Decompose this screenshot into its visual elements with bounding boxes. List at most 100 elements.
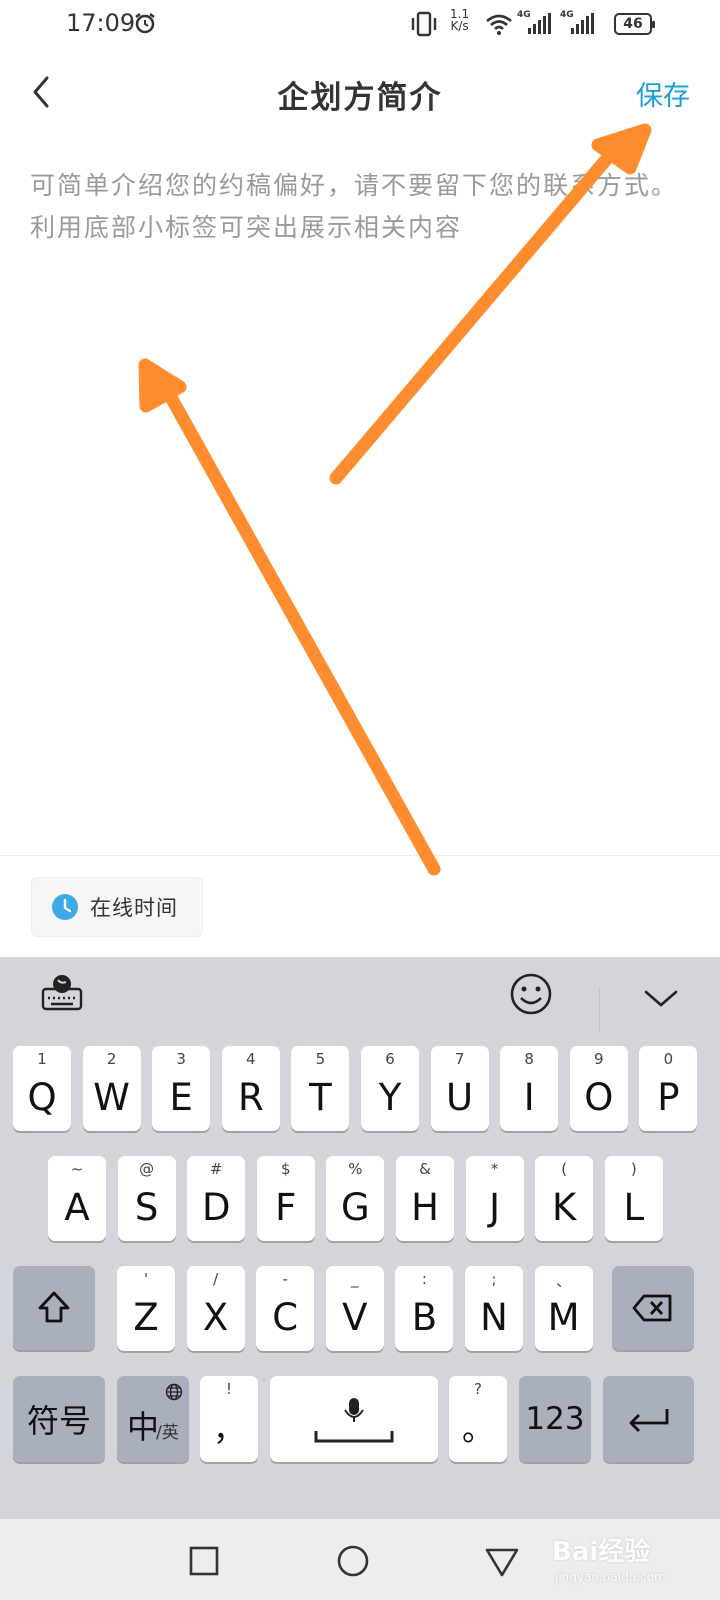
shift-icon bbox=[38, 1291, 70, 1323]
back-nav-icon[interactable] bbox=[482, 1541, 522, 1581]
key-d[interactable]: # D bbox=[187, 1156, 246, 1241]
lang-sub-label: /英 bbox=[156, 1423, 179, 1443]
key-hint: ' bbox=[143, 1270, 149, 1288]
key-hint: ) bbox=[630, 1160, 637, 1178]
key-hint: 、 bbox=[556, 1272, 572, 1290]
battery-icon: 46 bbox=[614, 13, 655, 35]
key-hint: 6 bbox=[385, 1050, 395, 1068]
comma-hint: ! bbox=[225, 1380, 232, 1398]
backspace-key[interactable] bbox=[612, 1266, 694, 1350]
key-hint: - bbox=[282, 1270, 288, 1288]
shift-key[interactable] bbox=[13, 1266, 95, 1350]
comma-label: ， bbox=[212, 1410, 245, 1448]
key-e[interactable]: 3E bbox=[152, 1046, 211, 1131]
key-hint: 9 bbox=[594, 1050, 604, 1068]
key-hint: ~ bbox=[70, 1160, 84, 1178]
key-hint: ( bbox=[561, 1160, 568, 1178]
key-hint: 4 bbox=[246, 1050, 256, 1068]
watermark-url: jingyan.baidu.com bbox=[555, 1570, 666, 1584]
key-f[interactable]: $ F bbox=[256, 1156, 315, 1241]
key-hint: $ bbox=[281, 1160, 291, 1178]
key-label: P bbox=[657, 1076, 680, 1119]
key-s[interactable]: @ S bbox=[117, 1156, 176, 1241]
key-label: H bbox=[411, 1186, 439, 1229]
key-label: G bbox=[341, 1186, 370, 1229]
key-m[interactable]: 、 M bbox=[534, 1266, 593, 1351]
collapse-keyboard-icon[interactable] bbox=[636, 972, 686, 1022]
period-key[interactable]: ? 。 bbox=[449, 1376, 507, 1462]
watermark: Bai经验 bbox=[552, 1537, 651, 1567]
key-hint: 5 bbox=[315, 1050, 326, 1068]
key-j[interactable]: * J bbox=[465, 1156, 524, 1241]
key-hint: # bbox=[209, 1160, 223, 1178]
key-n[interactable]: ; N bbox=[465, 1266, 523, 1351]
key-a[interactable]: ~ A bbox=[48, 1156, 106, 1241]
save-button[interactable]: 保存 bbox=[636, 74, 690, 113]
key-label: R bbox=[237, 1076, 264, 1119]
key-label: A bbox=[64, 1186, 90, 1229]
key-c[interactable]: -C bbox=[256, 1266, 315, 1351]
enter-key[interactable] bbox=[603, 1376, 694, 1462]
key-hint: ; bbox=[491, 1270, 497, 1288]
key-hint: @ bbox=[139, 1160, 155, 1178]
key-label: C bbox=[272, 1296, 299, 1339]
key-t[interactable]: 5T bbox=[291, 1046, 350, 1131]
navigation-bar: Bai经验 jingyan.baidu.com bbox=[0, 1519, 720, 1600]
key-r[interactable]: 4R bbox=[221, 1046, 280, 1131]
signal-bars-icon bbox=[528, 13, 551, 34]
key-w[interactable]: 2W bbox=[82, 1046, 141, 1131]
key-hint: 7 bbox=[454, 1050, 465, 1068]
key-label: L bbox=[623, 1186, 645, 1229]
key-y[interactable]: 6Y bbox=[361, 1046, 419, 1131]
keyboard-settings-icon[interactable] bbox=[37, 967, 87, 1017]
soft-keyboard: 1Q2W3E4R5T6Y7U8I9O0P ~ A @ S # D $ F% G & H * J(K) L … bbox=[0, 957, 720, 1519]
key-z[interactable]: ' Z bbox=[117, 1266, 175, 1351]
numbers-key[interactable]: 123 bbox=[519, 1376, 591, 1462]
key-b[interactable]: :B bbox=[395, 1266, 454, 1351]
key-u[interactable]: 7U bbox=[430, 1046, 489, 1131]
key-label: I bbox=[523, 1076, 535, 1119]
key-hint: * bbox=[490, 1160, 499, 1178]
status-bar: 17:09 1.1 K/s 4G 4G 46 bbox=[0, 0, 720, 48]
key-hint: 3 bbox=[176, 1050, 186, 1068]
emoji-icon[interactable] bbox=[506, 969, 556, 1019]
key-h[interactable]: & H bbox=[396, 1156, 454, 1241]
key-i[interactable]: 8I bbox=[500, 1046, 559, 1131]
home-icon[interactable] bbox=[333, 1541, 373, 1581]
intro-text-field[interactable] bbox=[30, 165, 690, 815]
key-hint: 2 bbox=[106, 1050, 117, 1068]
globe-icon bbox=[165, 1383, 183, 1401]
page-title: 企划方简介 bbox=[277, 80, 443, 116]
key-g[interactable]: % G bbox=[326, 1156, 385, 1241]
key-hint: _ bbox=[351, 1270, 359, 1288]
key-hint: / bbox=[213, 1270, 219, 1288]
language-switch-key[interactable]: 中 /英 bbox=[117, 1376, 189, 1462]
key-q[interactable]: 1Q bbox=[13, 1046, 71, 1131]
comma-key[interactable]: ! ， bbox=[200, 1376, 258, 1462]
period-label: 。 bbox=[461, 1410, 494, 1448]
key-l[interactable]: ) L bbox=[604, 1156, 663, 1241]
key-label: N bbox=[480, 1296, 508, 1339]
key-hint: % bbox=[348, 1160, 363, 1178]
space-key[interactable] bbox=[270, 1376, 438, 1462]
wifi-icon bbox=[486, 14, 512, 35]
key-hint: & bbox=[419, 1160, 431, 1178]
key-label: E bbox=[169, 1076, 193, 1119]
online-time-tag[interactable]: 在线时间 bbox=[31, 877, 203, 937]
recent-apps-icon[interactable] bbox=[184, 1541, 224, 1581]
key-x[interactable]: / X bbox=[186, 1266, 245, 1351]
key-v[interactable]: _ V bbox=[325, 1266, 384, 1351]
key-o[interactable]: 9O bbox=[569, 1046, 628, 1131]
key-label: B bbox=[411, 1296, 438, 1339]
vibrate-icon bbox=[411, 11, 437, 37]
lang-main-label: 中 bbox=[127, 1408, 160, 1446]
clock-icon bbox=[52, 894, 78, 920]
key-p[interactable]: 0P bbox=[639, 1046, 698, 1131]
key-label: T bbox=[309, 1076, 332, 1119]
key-k[interactable]: (K bbox=[535, 1156, 594, 1241]
key-label: J bbox=[489, 1186, 501, 1229]
key-label: M bbox=[547, 1296, 580, 1339]
numbers-key-label: 123 bbox=[525, 1401, 585, 1437]
symbols-key[interactable]: 符号 bbox=[13, 1376, 105, 1462]
key-label: V bbox=[342, 1296, 368, 1339]
